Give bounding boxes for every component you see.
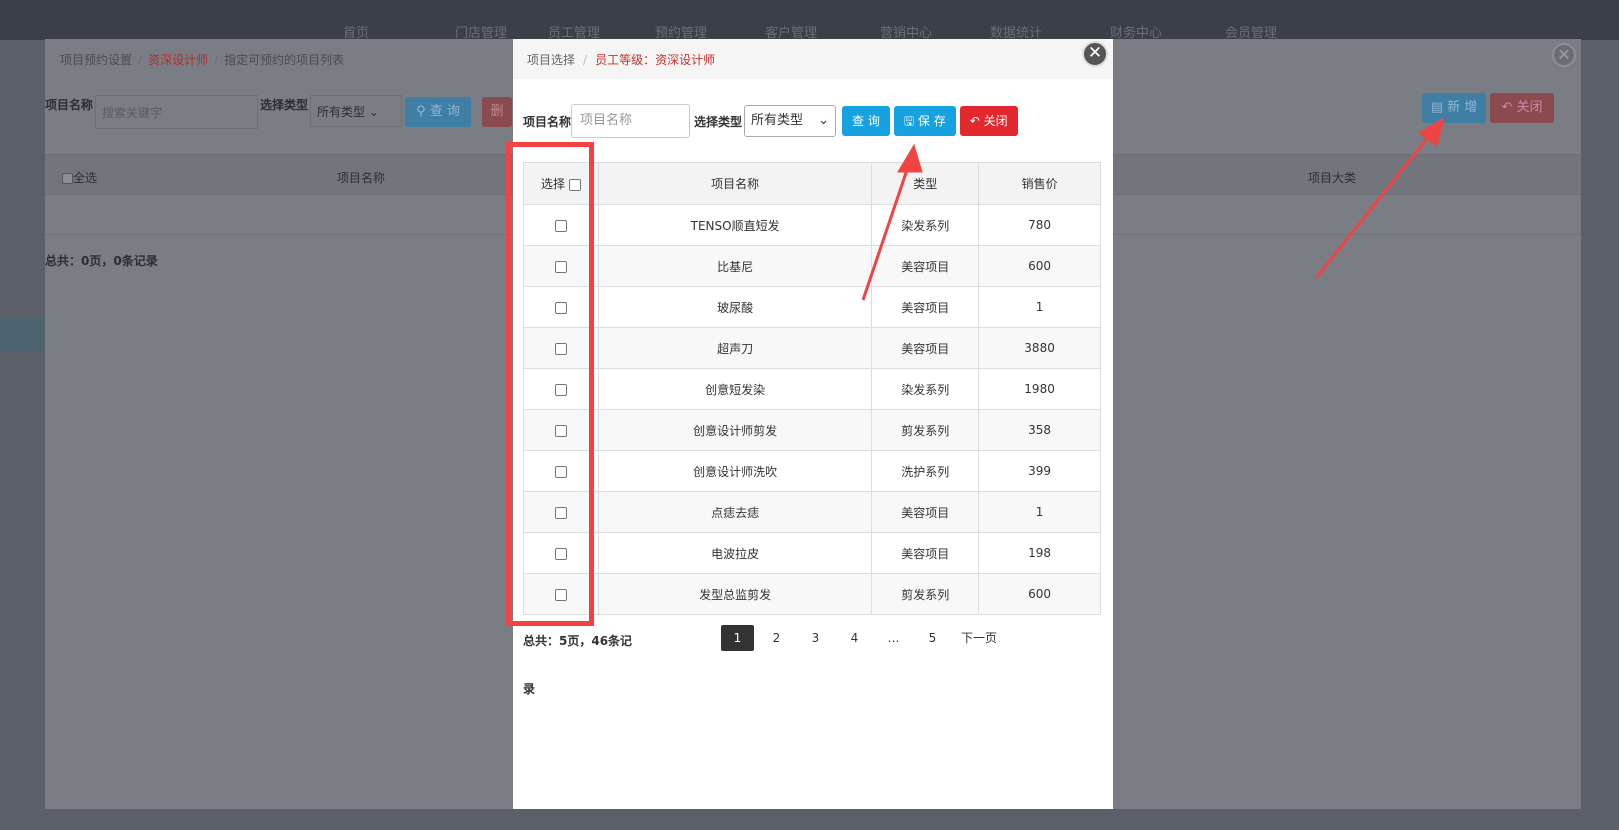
row-price: 600 <box>978 573 1101 615</box>
bg-type-select[interactable]: 所有类型 ⌄ <box>310 95 402 127</box>
row-name: 电波拉皮 <box>597 532 873 574</box>
background-breadcrumb: 项目预约设置 / 资深设计师 / 指定可预约的项目列表 <box>60 53 345 67</box>
row-price: 358 <box>978 409 1101 451</box>
close-button[interactable]: ↶ 关闭 <box>959 106 1018 136</box>
row-name: TENSO顺直短发 <box>597 204 873 246</box>
breadcrumb-item[interactable]: 项目预约设置 <box>60 53 132 67</box>
row-type: 美容项目 <box>871 532 980 574</box>
row-type: 美容项目 <box>871 245 980 287</box>
top-navigation: 首页 门店管理 员工管理 预约管理 客户管理 营销中心 数据统计 财务中心 会员… <box>0 0 1619 41</box>
bg-select-all[interactable]: 全选 <box>62 169 97 186</box>
save-button[interactable]: 🖫 保 存 <box>893 106 956 136</box>
row-type: 美容项目 <box>871 286 980 328</box>
breadcrumb-item[interactable]: 项目选择 <box>527 53 575 67</box>
bg-total-text: 总共：0页，0条记录 <box>45 254 158 268</box>
bg-col-category: 项目大类 <box>1308 171 1357 185</box>
filter-type-label: 选择类型 <box>694 114 743 129</box>
table-row: 创意设计师洗吹 洗护系列 399 <box>523 450 1101 492</box>
row-type: 染发系列 <box>871 204 980 246</box>
modal-breadcrumb: 项目选择 / 员工等级：资深设计师 <box>513 39 1113 79</box>
bg-search-input[interactable]: 搜索关键字 <box>95 95 258 129</box>
filter-name-label: 项目名称 <box>523 114 572 129</box>
breadcrumb-item: 指定可预约的项目列表 <box>224 53 345 67</box>
row-price: 1 <box>978 491 1101 533</box>
modal-close-icon[interactable]: ✕ <box>1082 41 1108 67</box>
row-name: 比基尼 <box>597 245 873 287</box>
type-select[interactable]: 所有类型 ⌄ <box>744 105 837 137</box>
project-name-input[interactable]: 项目名称 <box>571 104 691 138</box>
page-3[interactable]: 3 <box>799 625 832 651</box>
row-name: 创意设计师洗吹 <box>597 450 873 492</box>
row-type: 洗护系列 <box>871 450 980 492</box>
background-close-icon[interactable]: ✕ <box>1552 43 1576 67</box>
row-type: 剪发系列 <box>871 409 980 451</box>
row-name: 玻尿酸 <box>597 286 873 328</box>
table-row: 创意设计师剪发 剪发系列 358 <box>523 409 1101 451</box>
row-name: 创意设计师剪发 <box>597 409 873 451</box>
sidebar-active-item <box>0 318 45 352</box>
next-page[interactable]: 下一页 <box>955 625 1003 651</box>
table-row: 玻尿酸 美容项目 1 <box>523 286 1101 328</box>
row-type: 美容项目 <box>871 491 980 533</box>
bg-col-name: 项目名称 <box>337 171 386 185</box>
row-price: 600 <box>978 245 1101 287</box>
breadcrumb-item-active: 资深设计师 <box>148 53 209 67</box>
row-price: 780 <box>978 204 1101 246</box>
annotation-highlight-box <box>506 142 594 626</box>
project-table: 选择 项目名称 类型 销售价 TENSO顺直短发 染发系列 780 比基尼 美容项目 60… <box>523 162 1101 615</box>
total-text-wrap: 录 <box>523 682 536 696</box>
table-row: 超声刀 美容项目 3880 <box>523 327 1101 369</box>
row-name: 创意短发染 <box>597 368 873 410</box>
page-2[interactable]: 2 <box>760 625 793 651</box>
row-type: 剪发系列 <box>871 573 980 615</box>
row-name: 发型总监剪发 <box>597 573 873 615</box>
query-button[interactable]: 查 询 <box>842 106 890 136</box>
bg-close-button[interactable]: ↶ 关闭 <box>1490 93 1554 123</box>
chevron-down-icon: ⌄ <box>818 113 830 128</box>
page-1[interactable]: 1 <box>721 625 754 651</box>
bg-filter-name-label: 项目名称 <box>45 98 94 112</box>
col-name: 项目名称 <box>597 162 873 205</box>
col-price: 销售价 <box>978 162 1101 205</box>
table-row: TENSO顺直短发 染发系列 780 <box>523 204 1101 246</box>
breadcrumb-item-active: 员工等级：资深设计师 <box>595 53 716 67</box>
col-type: 类型 <box>871 162 980 205</box>
row-price: 1980 <box>978 368 1101 410</box>
undo-icon: ↶ <box>969 114 980 128</box>
save-icon: 🖫 <box>903 114 915 128</box>
page-ellipsis: … <box>887 631 900 645</box>
total-text: 总共：5页，46条记 <box>523 634 633 648</box>
row-name: 超声刀 <box>597 327 873 369</box>
row-price: 1 <box>978 286 1101 328</box>
table-row: 比基尼 美容项目 600 <box>523 245 1101 287</box>
bg-delete-button[interactable]: 删 <box>482 97 512 127</box>
row-type: 美容项目 <box>871 327 980 369</box>
table-row: 发型总监剪发 剪发系列 600 <box>523 573 1101 615</box>
page-5[interactable]: 5 <box>916 625 949 651</box>
row-name: 点痣去痣 <box>597 491 873 533</box>
bg-add-button[interactable]: ▤ 新 增 <box>1422 93 1486 123</box>
row-price: 3880 <box>978 327 1101 369</box>
page-4[interactable]: 4 <box>838 625 871 651</box>
table-row: 电波拉皮 美容项目 198 <box>523 532 1101 574</box>
bg-filter-type-label: 选择类型 <box>260 98 309 112</box>
row-type: 染发系列 <box>871 368 980 410</box>
bg-query-button[interactable]: ⚲ 查 询 <box>405 97 471 127</box>
row-price: 198 <box>978 532 1101 574</box>
table-row: 创意短发染 染发系列 1980 <box>523 368 1101 410</box>
pagination: 1 2 3 4 … 5 下一页 <box>721 625 1009 651</box>
modal-filter-bar: 项目名称 项目名称 选择类型 所有类型 ⌄ 查 询 🖫 保 存 ↶ 关闭 <box>523 104 1018 138</box>
table-row: 点痣去痣 美容项目 1 <box>523 491 1101 533</box>
row-price: 399 <box>978 450 1101 492</box>
